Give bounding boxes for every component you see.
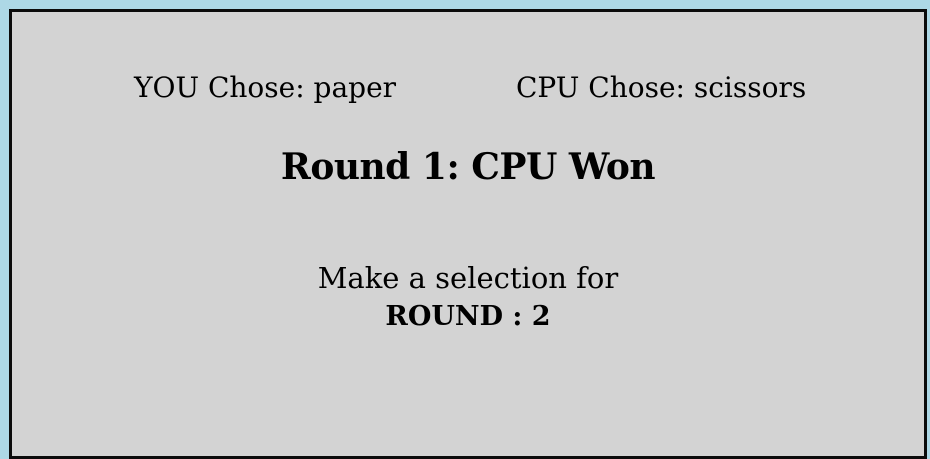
selection-prompt-text: Make a selection for: [317, 261, 619, 295]
choices-row: YOU Chose: paper CPU Chose: scissors: [12, 70, 924, 110]
selection-prompt: Make a selection for ROUND : 2: [12, 258, 924, 336]
round-result-heading: Round 1: CPU Won: [280, 146, 656, 188]
next-round-label: ROUND : 2: [385, 301, 551, 332]
cpu-choice-text: CPU Chose: scissors: [516, 71, 807, 104]
game-panel: YOU Chose: paper CPU Chose: scissors Rou…: [9, 9, 927, 459]
player-choice-text: YOU Chose: paper: [134, 71, 397, 104]
